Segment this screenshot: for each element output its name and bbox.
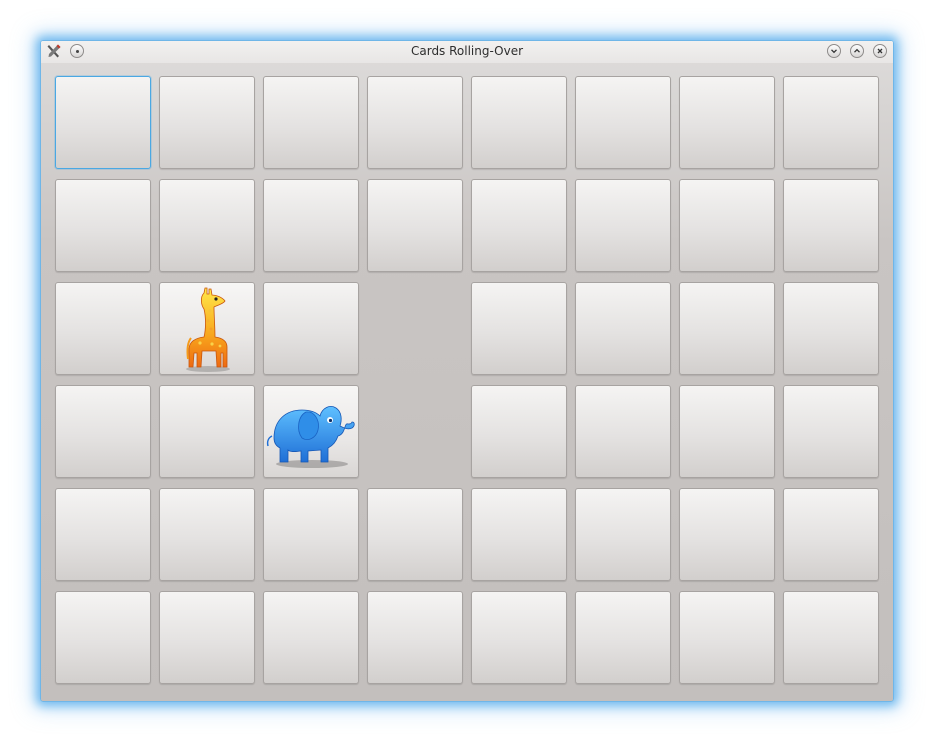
card-back[interactable] [783,488,879,581]
card-back[interactable] [575,591,671,684]
card-back[interactable] [783,179,879,272]
card-back[interactable] [575,385,671,478]
card-back[interactable] [55,591,151,684]
card-back[interactable] [471,488,567,581]
titlebar[interactable]: Cards Rolling-Over [41,41,893,63]
card-back[interactable] [159,591,255,684]
card-back[interactable] [783,591,879,684]
card-elephant[interactable] [263,385,359,478]
card-back-focused[interactable] [55,76,151,169]
giraffe-icon [186,287,230,372]
card-back[interactable] [159,179,255,272]
resize-handle[interactable] [890,369,892,375]
card-back[interactable] [471,385,567,478]
chevron-down-icon [831,49,837,54]
card-back[interactable] [783,76,879,169]
card-back[interactable] [159,488,255,581]
card-back[interactable] [263,179,359,272]
card-back[interactable] [783,385,879,478]
card-back[interactable] [679,488,775,581]
card-back[interactable] [55,385,151,478]
card-back[interactable] [263,76,359,169]
card-back[interactable] [575,488,671,581]
card-back[interactable] [783,282,879,375]
card-back[interactable] [471,591,567,684]
card-back[interactable] [471,76,567,169]
card-back[interactable] [367,179,463,272]
card-back[interactable] [575,179,671,272]
card-back[interactable] [471,282,567,375]
card-back[interactable] [263,591,359,684]
app-window: Cards Rolling-Over [40,40,894,702]
card-back[interactable] [575,282,671,375]
minimize-button[interactable] [827,44,841,58]
card-back[interactable] [679,385,775,478]
close-icon [877,48,883,54]
close-button[interactable] [873,44,887,58]
card-back[interactable] [679,591,775,684]
card-back[interactable] [55,282,151,375]
card-back[interactable] [367,76,463,169]
card-back[interactable] [471,179,567,272]
card-back[interactable] [159,385,255,478]
card-back[interactable] [159,76,255,169]
elephant-icon [266,406,355,468]
chevron-up-icon [854,48,860,53]
card-back[interactable] [679,282,775,375]
card-back[interactable] [367,488,463,581]
card-back[interactable] [679,179,775,272]
card-back[interactable] [367,591,463,684]
card-back[interactable] [679,76,775,169]
maximize-button[interactable] [850,44,864,58]
card-back[interactable] [575,76,671,169]
card-back[interactable] [55,488,151,581]
window-title: Cards Rolling-Over [410,44,524,58]
card-back[interactable] [263,282,359,375]
card-back[interactable] [55,179,151,272]
card-giraffe[interactable] [159,282,255,375]
card-back[interactable] [263,488,359,581]
